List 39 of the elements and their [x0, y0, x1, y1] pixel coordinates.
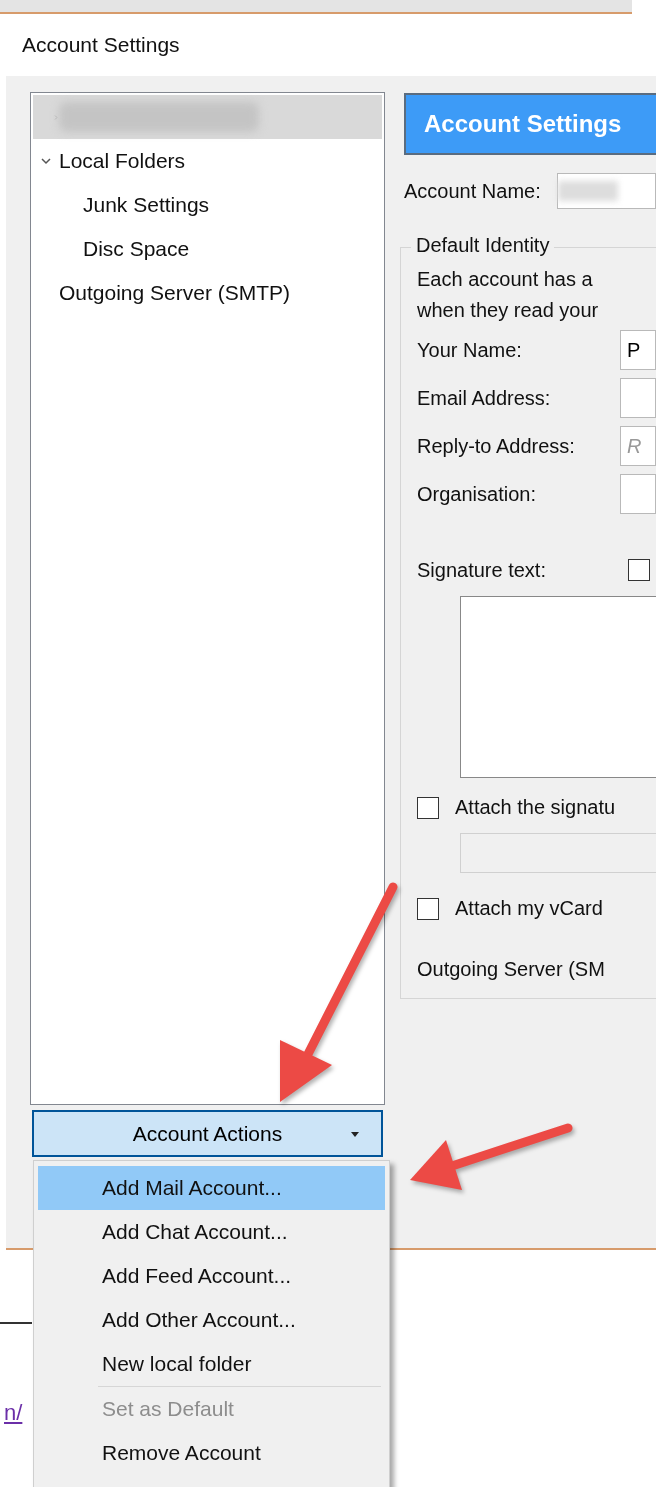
- field-label: Your Name:: [417, 338, 523, 362]
- input-field[interactable]: [620, 378, 656, 418]
- field-label: Account Name:: [404, 179, 541, 203]
- caret-icon: [351, 1132, 359, 1137]
- group-title: Default Identity: [411, 234, 555, 257]
- menu-item[interactable]: New local folder: [38, 1342, 385, 1386]
- arrow-icon: [280, 882, 398, 1102]
- menu-item[interactable]: Add Chat Account...: [38, 1210, 385, 1254]
- field-label: Organisation:: [417, 482, 537, 506]
- link[interactable]: n/: [4, 1400, 23, 1426]
- arrow-icon: [410, 1123, 573, 1190]
- checkbox-label: Attach my vCard: [455, 897, 603, 920]
- menu-item[interactable]: Add Feed Account...: [38, 1254, 385, 1298]
- menu-item[interactable]: Remove Account: [38, 1431, 385, 1475]
- field-label: Outgoing Server (SM: [417, 958, 606, 981]
- input-field[interactable]: R: [620, 426, 656, 466]
- description-text: when they read your: [417, 298, 600, 323]
- tree-item[interactable]: Junk Settings: [33, 183, 382, 227]
- tree-item[interactable]: [33, 95, 382, 139]
- window-title: Account Settings: [22, 33, 180, 57]
- input-field[interactable]: [620, 474, 656, 514]
- tree-item[interactable]: Outgoing Server (SMTP): [33, 271, 382, 315]
- account-actions-button[interactable]: Account Actions: [32, 1110, 383, 1157]
- checkbox[interactable]: [417, 796, 439, 819]
- signature-text-area[interactable]: [460, 596, 656, 778]
- input-field[interactable]: P: [620, 330, 656, 370]
- tree-item[interactable]: Disc Space: [33, 227, 382, 271]
- menu-item[interactable]: Add Mail Account...: [38, 1166, 385, 1210]
- checkbox[interactable]: [628, 559, 650, 581]
- field-label: Email Address:: [417, 386, 552, 410]
- panel-header: Account Settings: [404, 93, 656, 155]
- field-label: Reply-to Address:: [417, 434, 576, 458]
- description-text: Each account has a: [417, 267, 594, 292]
- input-field[interactable]: [556, 173, 656, 209]
- tree-item[interactable]: Local Folders: [33, 139, 382, 183]
- field-label: Signature text:: [417, 558, 547, 582]
- menu-item[interactable]: Add Other Account...: [38, 1298, 385, 1342]
- checkbox[interactable]: [417, 897, 439, 920]
- checkbox-label: Attach the signatu: [455, 796, 616, 819]
